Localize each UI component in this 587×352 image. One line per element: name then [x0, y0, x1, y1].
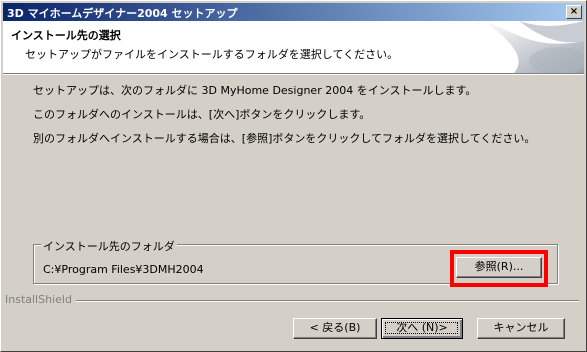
title-bar[interactable]: 3D マイホームデザイナー2004 セットアップ × — [3, 3, 584, 21]
header-divider-highlight — [3, 74, 584, 75]
footer-divider-highlight — [69, 301, 579, 302]
header-title: インストール先の選択 — [11, 29, 121, 42]
instruction-line-3: 別のフォルダへインストールする場合は、[参照]ボタンをクリックしてフォルダを選択… — [33, 132, 536, 145]
header-subtitle: セットアップがファイルをインストールするフォルダを選択してください。 — [25, 48, 399, 61]
instruction-line-1: セットアップは、次のフォルダに 3D MyHome Designer 2004 … — [33, 84, 477, 97]
focus-rectangle — [385, 322, 458, 334]
destination-path: C:¥Program Files¥3DMH2004 — [43, 263, 204, 276]
instruction-line-2: このフォルダへのインストールは、[次へ]ボタンをクリックします。 — [33, 108, 371, 121]
setup-dialog: 3D マイホームデザイナー2004 セットアップ × インストール先の選択 セッ… — [0, 0, 587, 352]
installshield-brand: InstallShield — [5, 293, 76, 306]
browse-highlight-box — [450, 250, 548, 287]
dialog-header: インストール先の選択 セットアップがファイルをインストールするフォルダを選択して… — [3, 21, 584, 73]
cancel-button[interactable]: キャンセル — [477, 318, 565, 339]
header-decoration-icon — [474, 21, 584, 73]
destination-folder-label: インストール先のフォルダ — [41, 238, 177, 254]
close-button[interactable]: × — [566, 5, 582, 19]
window-title: 3D マイホームデザイナー2004 セットアップ — [7, 7, 238, 20]
back-button[interactable]: < 戻る(B) — [293, 318, 377, 339]
next-button[interactable]: 次へ (N)> — [381, 318, 463, 339]
